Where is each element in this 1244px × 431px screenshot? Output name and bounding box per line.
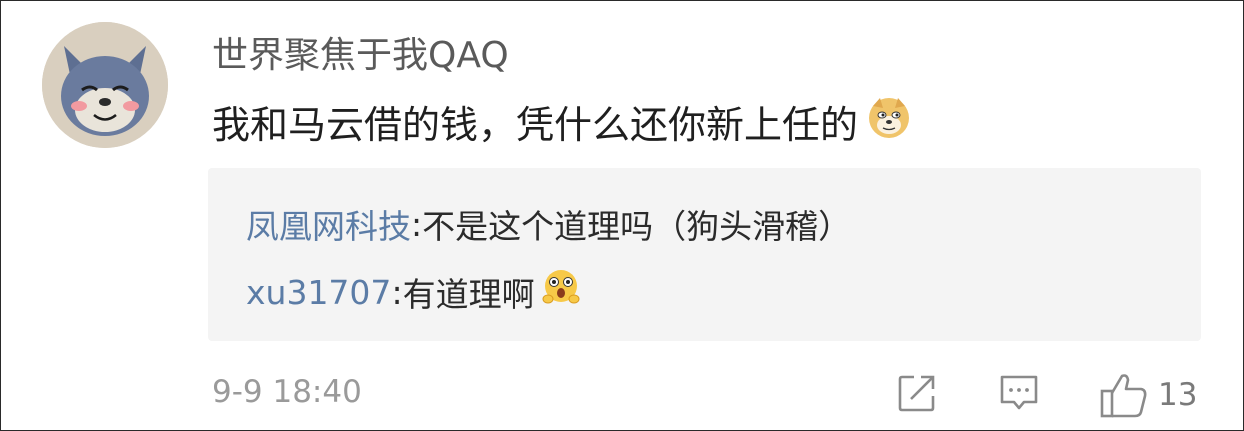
reply-item[interactable]: xu31707: 有道理啊 — [246, 268, 581, 316]
comment-icon — [1000, 375, 1038, 410]
share-icon — [898, 375, 935, 412]
reply-separator: : — [411, 204, 423, 244]
comment-body: 我和马云借的钱，凭什么还你新上任的 — [212, 94, 912, 149]
doge-emoji-icon — [866, 94, 912, 149]
reply-author[interactable]: xu31707 — [246, 273, 391, 312]
avatar[interactable] — [42, 22, 168, 148]
like-count: 13 — [1158, 377, 1198, 413]
reply-item[interactable]: 凤凰网科技: 不是这个道理吗（狗头滑稽） — [246, 200, 851, 248]
reply-list: 凤凰网科技: 不是这个道理吗（狗头滑稽） xu31707: 有道理啊 — [208, 168, 1201, 341]
reply-author[interactable]: 凤凰网科技 — [246, 200, 411, 248]
cartoon-cat-avatar — [42, 22, 168, 148]
username[interactable]: 世界聚焦于我QAQ — [212, 26, 509, 78]
reply-text: 不是这个道理吗（狗头滑稽） — [422, 207, 852, 246]
comment-button[interactable] — [998, 372, 1040, 418]
shocked-face-emoji-icon — [541, 268, 581, 316]
share-button[interactable] — [896, 372, 938, 418]
reply-text: 有道理啊 — [402, 275, 535, 314]
reply-separator: : — [391, 272, 403, 312]
comment-text: 我和马云借的钱，凭什么还你新上任的 — [212, 103, 859, 147]
thumbs-up-icon — [1100, 374, 1147, 418]
timestamp: 9-9 18:40 — [212, 374, 362, 410]
like-button[interactable]: 13 — [1100, 372, 1197, 418]
